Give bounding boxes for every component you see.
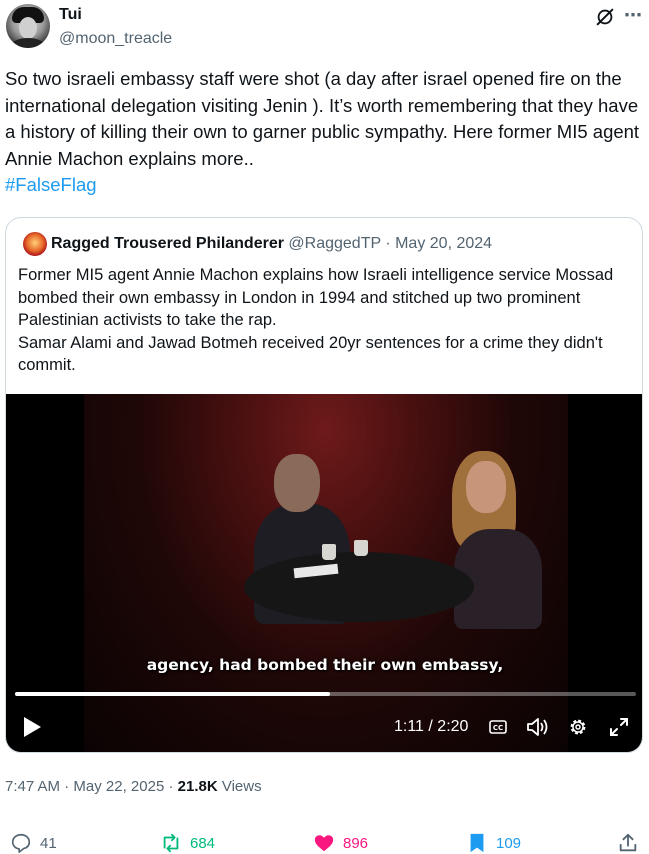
video-player[interactable]: agency, had bombed their own embassy, 1:… <box>6 394 642 752</box>
repost-icon <box>163 833 179 853</box>
bookmark-count: 109 <box>496 834 522 852</box>
repost-count: 684 <box>190 834 216 852</box>
captions-icon[interactable]: CC <box>489 720 507 734</box>
video-frame <box>84 394 568 752</box>
like-button[interactable]: 896 <box>313 832 368 854</box>
play-icon[interactable] <box>22 716 42 738</box>
quoted-tweet-date[interactable]: May 20, 2024 <box>395 235 492 252</box>
author-avatar[interactable] <box>6 4 50 48</box>
tweet-meta: 7:47 AM · May 22, 2025 · 21.8K Views <box>5 778 262 795</box>
views-label: Views <box>221 778 262 795</box>
bookmark-button[interactable]: 109 <box>466 832 521 854</box>
tweet-date[interactable]: May 22, 2025 <box>73 778 164 795</box>
tweet-body: So two israeli embassy staff were shot (… <box>5 66 641 199</box>
quoted-text-paragraph-2: Samar Alami and Jawad Botmeh received 20… <box>18 333 603 375</box>
video-time: 1:11 / 2:20 <box>394 718 469 735</box>
bookmark-icon <box>470 833 484 853</box>
video-progress-bar[interactable] <box>15 692 636 696</box>
quoted-author-avatar[interactable] <box>23 232 47 256</box>
meta-separator: · <box>168 778 174 795</box>
svg-text:CC: CC <box>493 724 503 732</box>
repost-button[interactable]: 684 <box>160 832 215 854</box>
author-handle[interactable]: @moon_treacle <box>59 30 172 48</box>
quoted-author-name[interactable]: Ragged Trousered Philanderer <box>51 235 284 252</box>
action-bar: 41 684 896 109 <box>0 826 649 854</box>
reply-count: 41 <box>40 834 57 852</box>
quoted-tweet-header: Ragged Trousered Philanderer @RaggedTP ·… <box>51 235 492 253</box>
video-table <box>244 552 474 622</box>
quoted-text-paragraph-1: Former MI5 agent Annie Machon explains h… <box>18 266 614 329</box>
reply-button[interactable]: 41 <box>10 832 57 854</box>
quoted-author-handle[interactable]: @RaggedTP <box>288 235 380 252</box>
quoted-tweet-text: Former MI5 agent Annie Machon explains h… <box>18 264 630 377</box>
tweet-time[interactable]: 7:47 AM <box>5 778 60 795</box>
more-options-icon[interactable]: ⋯ <box>624 5 643 26</box>
quoted-tweet-card[interactable]: Ragged Trousered Philanderer @RaggedTP ·… <box>5 217 643 753</box>
settings-icon[interactable] <box>567 716 589 738</box>
tweet-text: So two israeli embassy staff were shot (… <box>5 68 640 169</box>
author-name[interactable]: Tui <box>59 6 82 24</box>
reply-icon <box>11 833 31 853</box>
hashtag-link[interactable]: #FalseFlag <box>5 172 641 199</box>
fullscreen-icon[interactable] <box>609 717 629 737</box>
views-count: 21.8K <box>177 778 218 795</box>
share-button[interactable] <box>617 832 647 854</box>
video-progress-fill <box>15 692 331 696</box>
grok-icon[interactable] <box>594 6 616 28</box>
meta-separator: · <box>64 778 70 795</box>
heart-icon <box>314 835 334 852</box>
share-icon <box>619 833 637 852</box>
quoted-meta-separator: · <box>385 235 391 252</box>
video-subtitle: agency, had bombed their own embassy, <box>146 656 504 674</box>
like-count: 896 <box>343 834 369 852</box>
volume-icon[interactable] <box>526 716 550 738</box>
